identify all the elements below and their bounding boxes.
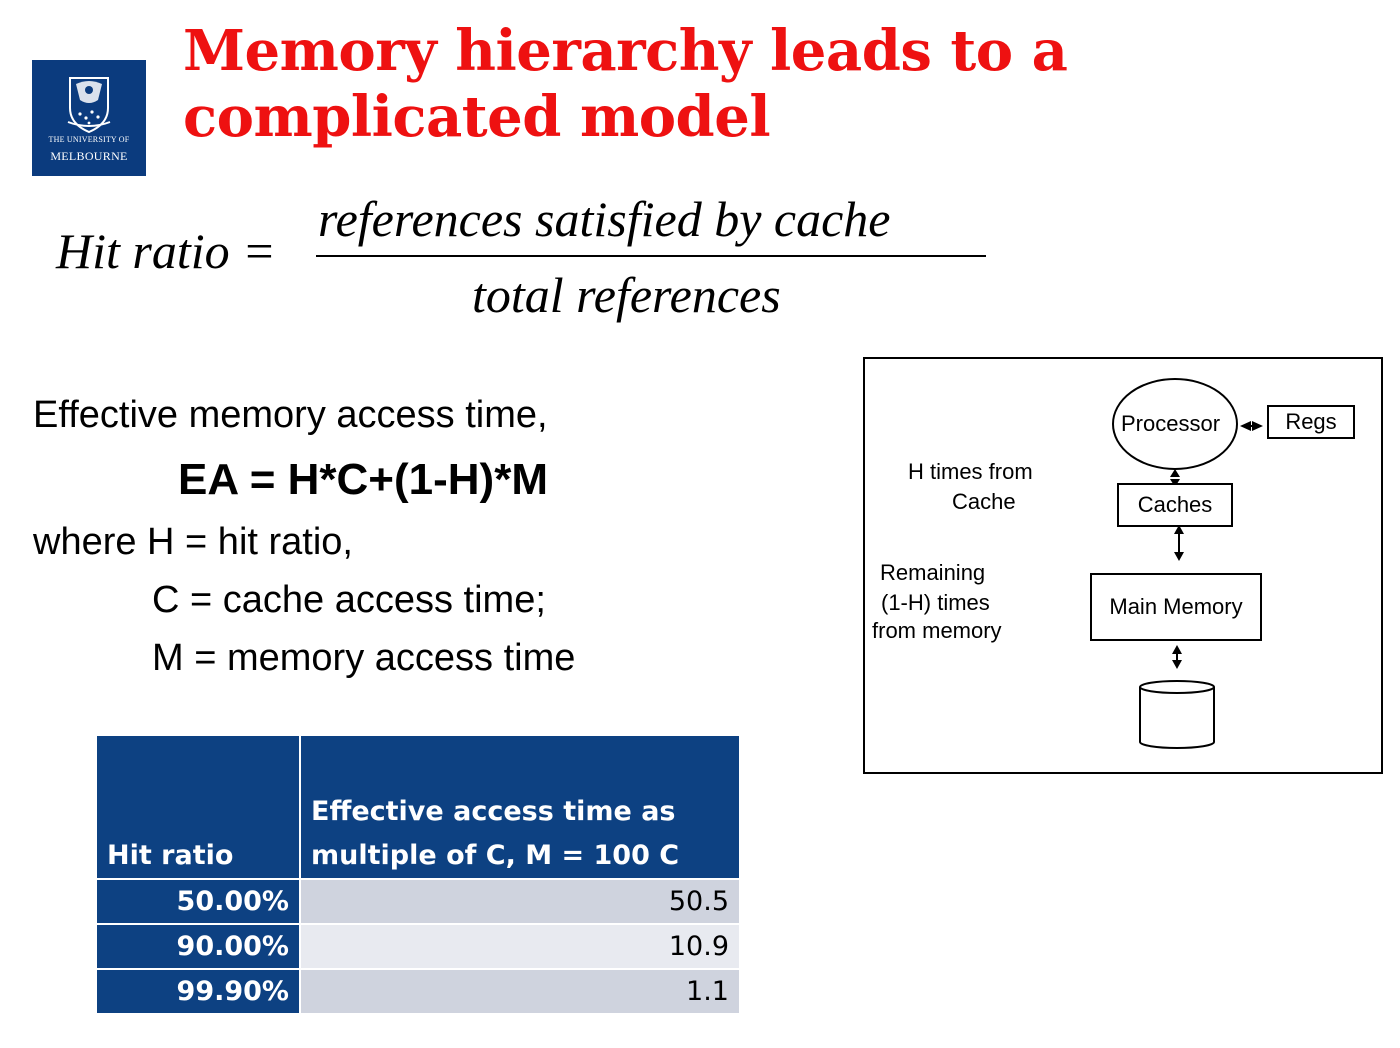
processor-label: Processor xyxy=(1121,411,1221,436)
c-definition: C = cache access time; xyxy=(152,579,546,621)
fraction-bar xyxy=(316,255,986,257)
where-h-text: where H = hit ratio, xyxy=(33,521,353,563)
caches-box: Caches xyxy=(1117,483,1233,527)
hit-ratio-cell: 50.00% xyxy=(95,878,301,925)
regs-arrow-left xyxy=(1240,421,1251,431)
caches-label: Caches xyxy=(1137,492,1213,517)
regs-arrow-right xyxy=(1252,421,1263,431)
cache-mem-arrow-down xyxy=(1174,552,1184,561)
m-definition: M = memory access time xyxy=(152,637,576,679)
h-times-line1: H times from xyxy=(908,459,1033,484)
disk-body xyxy=(1139,687,1215,749)
mem-disk-arrow-up xyxy=(1172,645,1182,654)
proc-cache-arrow-up xyxy=(1170,469,1180,477)
hit-ratio-cell: 90.00% xyxy=(95,923,301,970)
table-header-row: Hit ratio Effective access time as multip… xyxy=(95,734,741,880)
slide-title: Memory hierarchy leads to a complicated … xyxy=(183,18,1068,150)
formula-lhs: Hit ratio = xyxy=(56,223,276,279)
ea-intro-text: Effective memory access time, xyxy=(33,394,548,436)
formula-denominator: total references xyxy=(472,267,781,323)
hit-ratio-table: Hit ratio Effective access time as multip… xyxy=(95,734,741,1015)
title-line1: Memory hierarchy leads to a xyxy=(183,18,1068,84)
title-line2: complicated model xyxy=(183,84,771,150)
remaining-line3: from memory xyxy=(872,618,1002,643)
hit-ratio-cell: 99.90% xyxy=(95,968,301,1015)
table-row: 99.90% 1.1 xyxy=(95,968,741,1015)
header-effective-access: Effective access time as multiple of C, M… xyxy=(299,734,741,880)
memory-hierarchy-diagram: Processor Regs Caches Main Memory H time… xyxy=(863,357,1383,774)
logo-line2: MELBOURNE xyxy=(50,149,128,163)
main-memory-label: Main Memory xyxy=(1109,594,1243,619)
effective-time-cell: 10.9 xyxy=(299,923,741,970)
header2-line1: Effective access time as xyxy=(311,796,676,827)
hit-ratio-formula: Hit ratio = references satisfied by cach… xyxy=(56,190,996,330)
effective-time-cell: 1.1 xyxy=(299,968,741,1015)
formula-numerator: references satisfied by cache xyxy=(318,191,891,247)
logo-line1: THE UNIVERSITY OF xyxy=(48,135,130,144)
regs-box: Regs xyxy=(1267,405,1355,439)
effective-time-cell: 50.5 xyxy=(299,878,741,925)
main-memory-box: Main Memory xyxy=(1090,573,1262,641)
remaining-line1: Remaining xyxy=(880,560,986,585)
ea-equation: EA = H*C+(1-H)*M xyxy=(178,455,548,504)
h-times-line2: Cache xyxy=(952,489,1016,514)
table-row: 50.00% 50.5 xyxy=(95,878,741,925)
regs-label: Regs xyxy=(1285,409,1337,434)
mem-disk-arrow-down xyxy=(1172,660,1182,669)
remaining-line2: (1-H) times xyxy=(881,590,990,615)
university-logo: THE UNIVERSITY OF MELBOURNE xyxy=(32,60,146,176)
table-row: 90.00% 10.9 xyxy=(95,923,741,970)
header2-line2: multiple of C, M = 100 C xyxy=(311,840,680,871)
header-hit-ratio: Hit ratio xyxy=(95,734,301,880)
disk-top xyxy=(1139,680,1215,694)
